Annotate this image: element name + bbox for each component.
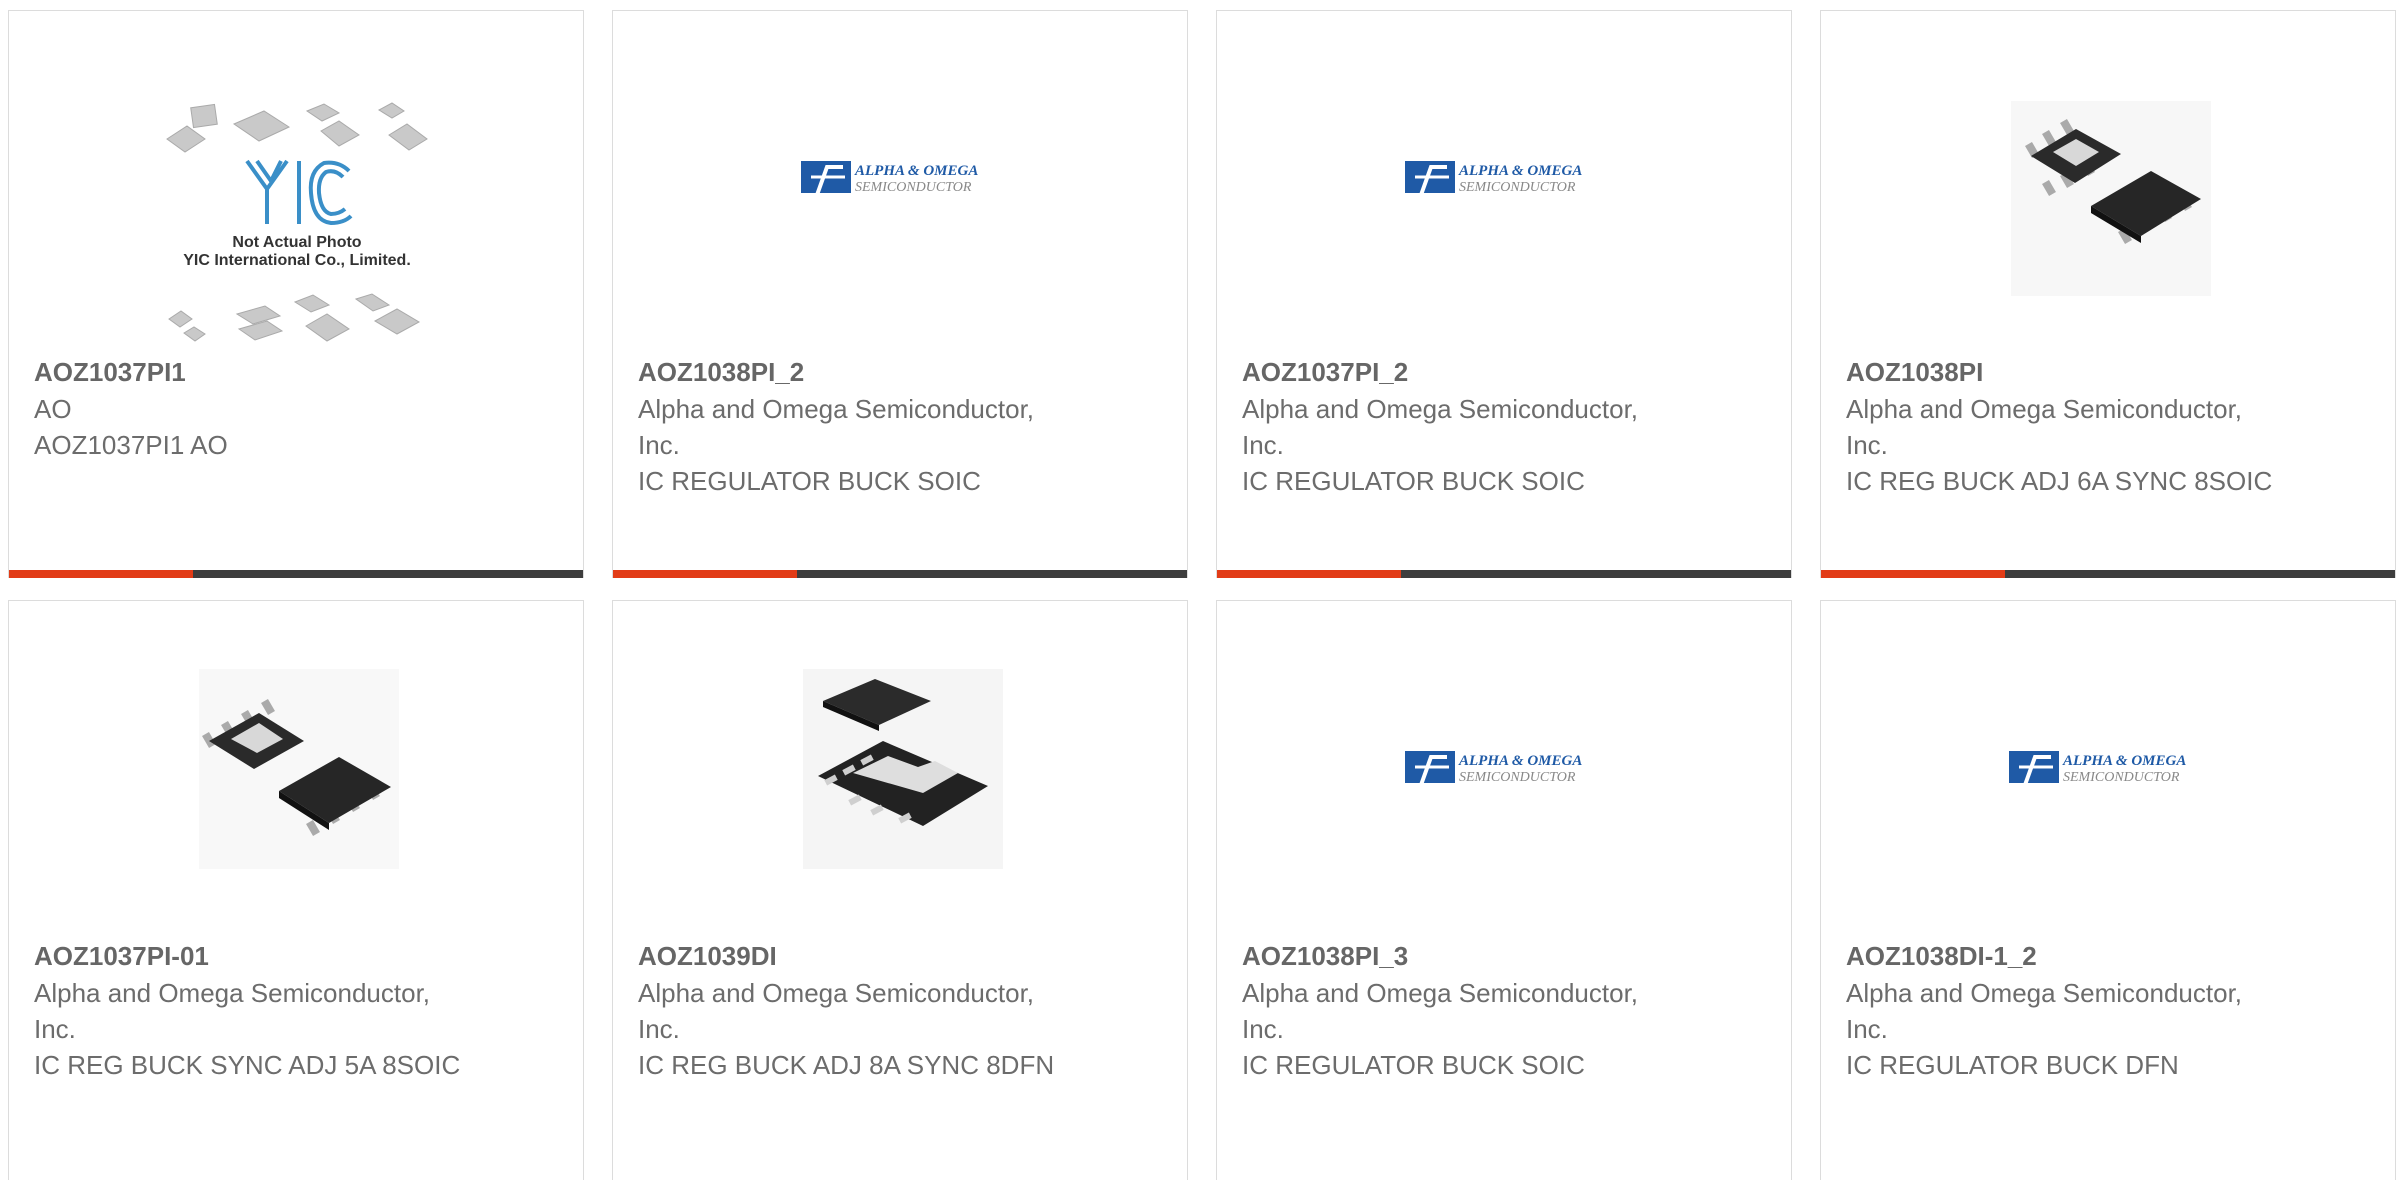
part-number[interactable]: AOZ1039DI [638,939,777,973]
product-image[interactable]: ALPHA & OMEGA SEMICONDUCTOR [1217,11,1791,351]
ao-logo-image: ALPHA & OMEGA SEMICONDUCTOR [1405,751,1582,786]
manufacturer: Alpha and Omega Semiconductor, Inc. [638,394,1035,460]
placeholder-line1: Not Actual Photo [232,234,361,251]
product-image[interactable]: ALPHA & OMEGA SEMICONDUCTOR [1821,601,2395,941]
product-image-placeholder[interactable]: Not Actual Photo YIC International Co., … [9,11,583,351]
description: IC REG BUCK ADJ 8A SYNC 8DFN [638,1050,1055,1080]
part-number[interactable]: AOZ1037PI_2 [1242,355,1408,389]
product-image[interactable]: ALPHA & OMEGA SEMICONDUCTOR [1217,601,1791,941]
not-actual-photo-image: Not Actual Photo YIC International Co., … [166,102,428,342]
part-number[interactable]: AOZ1037PI1 [34,355,186,389]
logo-line1: ALPHA & OMEGA [1458,753,1582,769]
product-image[interactable]: ALPHA & OMEGA SEMICONDUCTOR [613,11,1187,351]
product-card[interactable]: AOZ1039DI Alpha and Omega Semiconductor,… [612,600,1188,1180]
card-bottom-bar [1821,570,2395,578]
part-number[interactable]: AOZ1038DI-1_2 [1846,939,2037,973]
product-info: Alpha and Omega Semiconductor, Inc. IC R… [1846,391,2286,499]
product-info: Alpha and Omega Semiconductor, Inc. IC R… [638,975,1078,1083]
product-image[interactable] [1821,11,2395,351]
description: AOZ1037PI1 AO [34,430,228,460]
logo-line1: ALPHA & OMEGA [2062,753,2186,769]
part-number[interactable]: AOZ1037PI-01 [34,939,209,973]
product-image[interactable] [9,601,583,941]
logo-line2: SEMICONDUCTOR [1459,180,1576,195]
product-card[interactable]: ALPHA & OMEGA SEMICONDUCTOR AOZ1037PI_2 … [1216,10,1792,578]
product-card[interactable]: AOZ1038PI Alpha and Omega Semiconductor,… [1820,10,2396,578]
part-number[interactable]: AOZ1038PI_2 [638,355,804,389]
product-card[interactable]: ALPHA & OMEGA SEMICONDUCTOR AOZ1038PI_3 … [1216,600,1792,1180]
product-info: Alpha and Omega Semiconductor, Inc. IC R… [1242,975,1682,1083]
soic8-chip-image [199,669,399,869]
product-grid: Not Actual Photo YIC International Co., … [0,0,2400,1180]
card-accent [1821,570,2005,578]
product-info: Alpha and Omega Semiconductor, Inc. IC R… [34,975,474,1083]
manufacturer: Alpha and Omega Semiconductor, Inc. [638,978,1035,1044]
product-info: AO AOZ1037PI1 AO [34,391,474,463]
description: IC REG BUCK SYNC ADJ 5A 8SOIC [34,1050,461,1080]
placeholder-line2: YIC International Co., Limited. [183,252,411,269]
logo-line2: SEMICONDUCTOR [1459,770,1576,785]
product-info: Alpha and Omega Semiconductor, Inc. IC R… [638,391,1078,499]
ao-logo-image: ALPHA & OMEGA SEMICONDUCTOR [801,161,978,196]
dfn8-chip-image [803,669,1003,869]
description: IC REGULATOR BUCK SOIC [1242,466,1585,496]
card-accent [613,570,797,578]
manufacturer: Alpha and Omega Semiconductor, Inc. [1242,978,1639,1044]
card-bottom-bar [1217,570,1791,578]
description: IC REGULATOR BUCK DFN [1846,1050,2179,1080]
soic8-chip-image [2011,101,2211,296]
description: IC REGULATOR BUCK SOIC [1242,1050,1585,1080]
logo-line2: SEMICONDUCTOR [855,180,972,195]
product-image[interactable] [613,601,1187,941]
manufacturer: AO [34,394,72,424]
card-bottom-bar [613,570,1187,578]
logo-line1: ALPHA & OMEGA [854,163,978,179]
logo-line1: ALPHA & OMEGA [1458,163,1582,179]
description: IC REGULATOR BUCK SOIC [638,466,981,496]
manufacturer: Alpha and Omega Semiconductor, Inc. [1846,394,2243,460]
product-info: Alpha and Omega Semiconductor, Inc. IC R… [1242,391,1682,499]
part-number[interactable]: AOZ1038PI [1846,355,1983,389]
card-accent [9,570,193,578]
description: IC REG BUCK ADJ 6A SYNC 8SOIC [1846,466,2273,496]
manufacturer: Alpha and Omega Semiconductor, Inc. [1846,978,2243,1044]
part-number[interactable]: AOZ1038PI_3 [1242,939,1408,973]
card-accent [1217,570,1401,578]
product-card[interactable]: ALPHA & OMEGA SEMICONDUCTOR AOZ1038PI_2 … [612,10,1188,578]
product-info: Alpha and Omega Semiconductor, Inc. IC R… [1846,975,2286,1083]
product-card[interactable]: Not Actual Photo YIC International Co., … [8,10,584,578]
card-bottom-bar [9,570,583,578]
logo-line2: SEMICONDUCTOR [2063,770,2180,785]
manufacturer: Alpha and Omega Semiconductor, Inc. [1242,394,1639,460]
ao-logo-image: ALPHA & OMEGA SEMICONDUCTOR [1405,161,1582,196]
ao-logo-image: ALPHA & OMEGA SEMICONDUCTOR [2009,751,2186,786]
manufacturer: Alpha and Omega Semiconductor, Inc. [34,978,431,1044]
product-card[interactable]: ALPHA & OMEGA SEMICONDUCTOR AOZ1038DI-1_… [1820,600,2396,1180]
product-card[interactable]: AOZ1037PI-01 Alpha and Omega Semiconduct… [8,600,584,1180]
